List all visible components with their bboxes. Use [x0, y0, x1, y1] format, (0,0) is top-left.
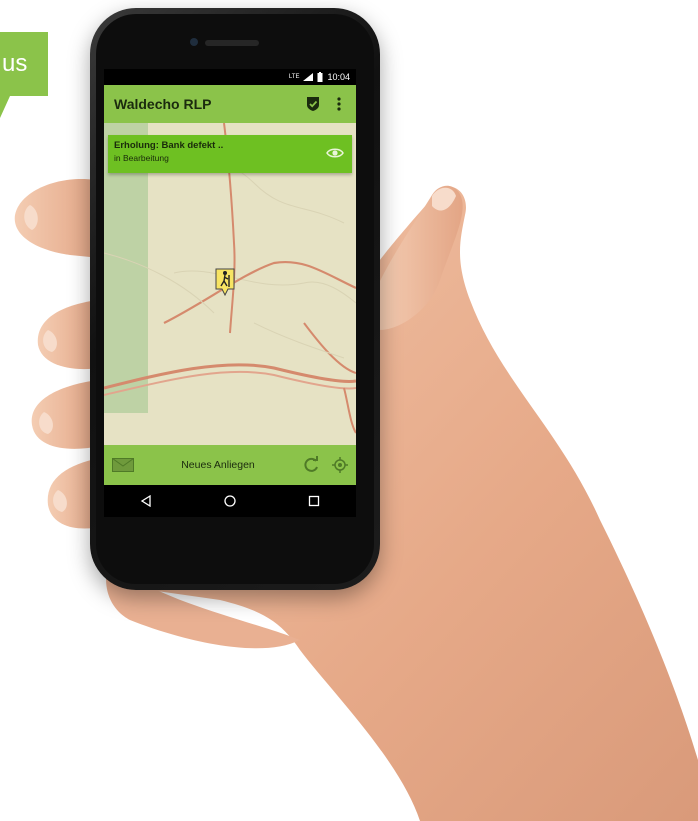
- new-request-button[interactable]: Neues Anliegen: [134, 459, 302, 471]
- battery-icon: [317, 72, 323, 82]
- app-bar: Waldecho RLP: [104, 85, 356, 123]
- issue-card[interactable]: Erholung: Bank defekt .. in Bearbeitung: [108, 135, 352, 173]
- earpiece-speaker: [205, 40, 259, 46]
- phone-screen: LTE 10:04 Waldecho RLP Erholung: Bank de…: [104, 69, 356, 517]
- eye-icon[interactable]: [326, 146, 344, 160]
- clock: 10:04: [327, 72, 350, 82]
- network-indicator: LTE: [288, 74, 300, 80]
- issue-title: Erholung: Bank defekt ..: [114, 140, 224, 151]
- locate-icon[interactable]: [332, 457, 348, 473]
- home-icon[interactable]: [224, 495, 236, 507]
- bottom-action-bar: Neues Anliegen: [104, 445, 356, 485]
- front-camera: [190, 38, 198, 46]
- signal-icon: [303, 73, 314, 81]
- more-vert-icon[interactable]: [330, 95, 348, 113]
- back-icon[interactable]: [140, 495, 152, 507]
- refresh-icon[interactable]: [302, 456, 320, 474]
- issue-status: in Bearbeitung: [114, 153, 169, 163]
- app-title: Waldecho RLP: [114, 96, 212, 112]
- shield-check-icon[interactable]: [304, 95, 322, 113]
- hiker-icon[interactable]: [214, 267, 236, 297]
- system-nav-bar: [104, 485, 356, 517]
- status-bar: LTE 10:04: [104, 69, 356, 85]
- recents-icon[interactable]: [308, 495, 320, 507]
- mail-icon[interactable]: [112, 458, 134, 472]
